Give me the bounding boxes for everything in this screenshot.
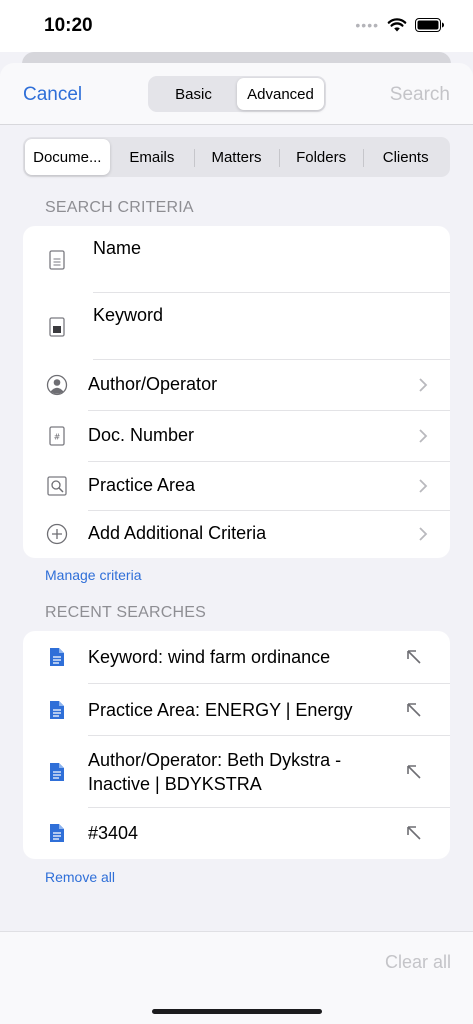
chevron-right-icon: [419, 378, 428, 392]
home-indicator[interactable]: [152, 1009, 322, 1014]
recent-search-label: Practice Area: ENERGY | Energy: [88, 700, 353, 720]
recent-search-label-line1: Author/Operator: Beth Dykstra -: [88, 750, 342, 770]
hash-document-icon: #: [45, 424, 69, 448]
cancel-button[interactable]: Cancel: [23, 84, 82, 106]
search-criteria-card: Name Keyword Author/Operator # Doc. Numb…: [23, 226, 450, 558]
mode-basic[interactable]: Basic: [150, 78, 237, 110]
document-filled-icon: [45, 315, 69, 339]
arrow-up-left-icon[interactable]: [405, 701, 423, 719]
recent-search-label: Keyword: wind farm ordinance: [88, 647, 331, 667]
navigation-bar: Cancel Basic Advanced Search: [0, 63, 473, 125]
status-icons: ••••: [355, 17, 445, 33]
name-field[interactable]: Name: [23, 226, 450, 292]
blue-document-icon: [45, 821, 69, 845]
keyword-field-label: Keyword: [93, 305, 164, 325]
remove-all-link[interactable]: Remove all: [45, 869, 115, 885]
signal-icon: ••••: [355, 17, 379, 33]
recent-searches-header: RECENT SEARCHES: [45, 604, 206, 621]
document-icon: [45, 248, 69, 272]
author-operator-label: Author/Operator: [88, 374, 218, 394]
chevron-right-icon: [419, 479, 428, 493]
keyword-field[interactable]: Keyword: [23, 293, 450, 359]
tab-emails[interactable]: Emails: [110, 139, 195, 175]
arrow-up-left-icon[interactable]: [405, 763, 423, 781]
blue-document-icon: [45, 760, 69, 784]
plus-circle-icon: [45, 522, 69, 546]
criteria-add-additional[interactable]: Add Additional Criteria: [23, 511, 450, 558]
manage-criteria-link[interactable]: Manage criteria: [45, 567, 142, 583]
search-sheet: Cancel Basic Advanced Search Docume... E…: [0, 63, 473, 1024]
mode-advanced[interactable]: Advanced: [237, 78, 324, 110]
tab-matters[interactable]: Matters: [194, 139, 279, 175]
recent-search-label-line2: Inactive | BDYKSTRA: [88, 774, 262, 794]
recent-search-label: #3404: [88, 823, 139, 843]
tab-documents[interactable]: Docume...: [25, 139, 110, 175]
arrow-up-left-icon[interactable]: [405, 824, 423, 842]
recent-search-item[interactable]: Keyword: wind farm ordinance: [23, 631, 450, 683]
name-field-label: Name: [93, 238, 142, 258]
tab-folders[interactable]: Folders: [278, 139, 364, 175]
add-criteria-label: Add Additional Criteria: [88, 523, 267, 543]
battery-icon: [415, 18, 444, 32]
blue-document-icon: [45, 698, 69, 722]
wifi-icon: [387, 17, 407, 31]
search-button[interactable]: Search: [390, 84, 450, 106]
chevron-right-icon: [419, 527, 428, 541]
chevron-right-icon: [419, 429, 428, 443]
criteria-practice-area[interactable]: Practice Area: [23, 462, 450, 510]
svg-text:#: #: [54, 433, 61, 442]
clear-all-button[interactable]: Clear all: [385, 952, 451, 973]
tab-clients[interactable]: Clients: [363, 139, 448, 175]
recent-searches-card: Keyword: wind farm ordinance Practice Ar…: [23, 631, 450, 859]
practice-area-label: Practice Area: [88, 475, 196, 495]
blue-document-icon: [45, 645, 69, 669]
doc-number-label: Doc. Number: [88, 425, 195, 445]
magnifier-document-icon: [45, 474, 69, 498]
type-tabs: Docume... Emails Matters Folders Clients: [23, 137, 450, 177]
mode-segmented-control: Basic Advanced: [148, 76, 326, 112]
criteria-doc-number[interactable]: # Doc. Number: [23, 411, 450, 461]
search-criteria-header: SEARCH CRITERIA: [45, 199, 194, 216]
status-time: 10:20: [44, 15, 93, 36]
recent-search-item[interactable]: Practice Area: ENERGY | Energy: [23, 684, 450, 735]
person-icon: [45, 373, 69, 397]
recent-search-item[interactable]: Author/Operator: Beth Dykstra - Inactive…: [23, 736, 450, 807]
criteria-author-operator[interactable]: Author/Operator: [23, 360, 450, 410]
recent-search-item[interactable]: #3404: [23, 808, 450, 859]
arrow-up-left-icon[interactable]: [405, 648, 423, 666]
status-bar: 10:20 ••••: [0, 0, 473, 52]
